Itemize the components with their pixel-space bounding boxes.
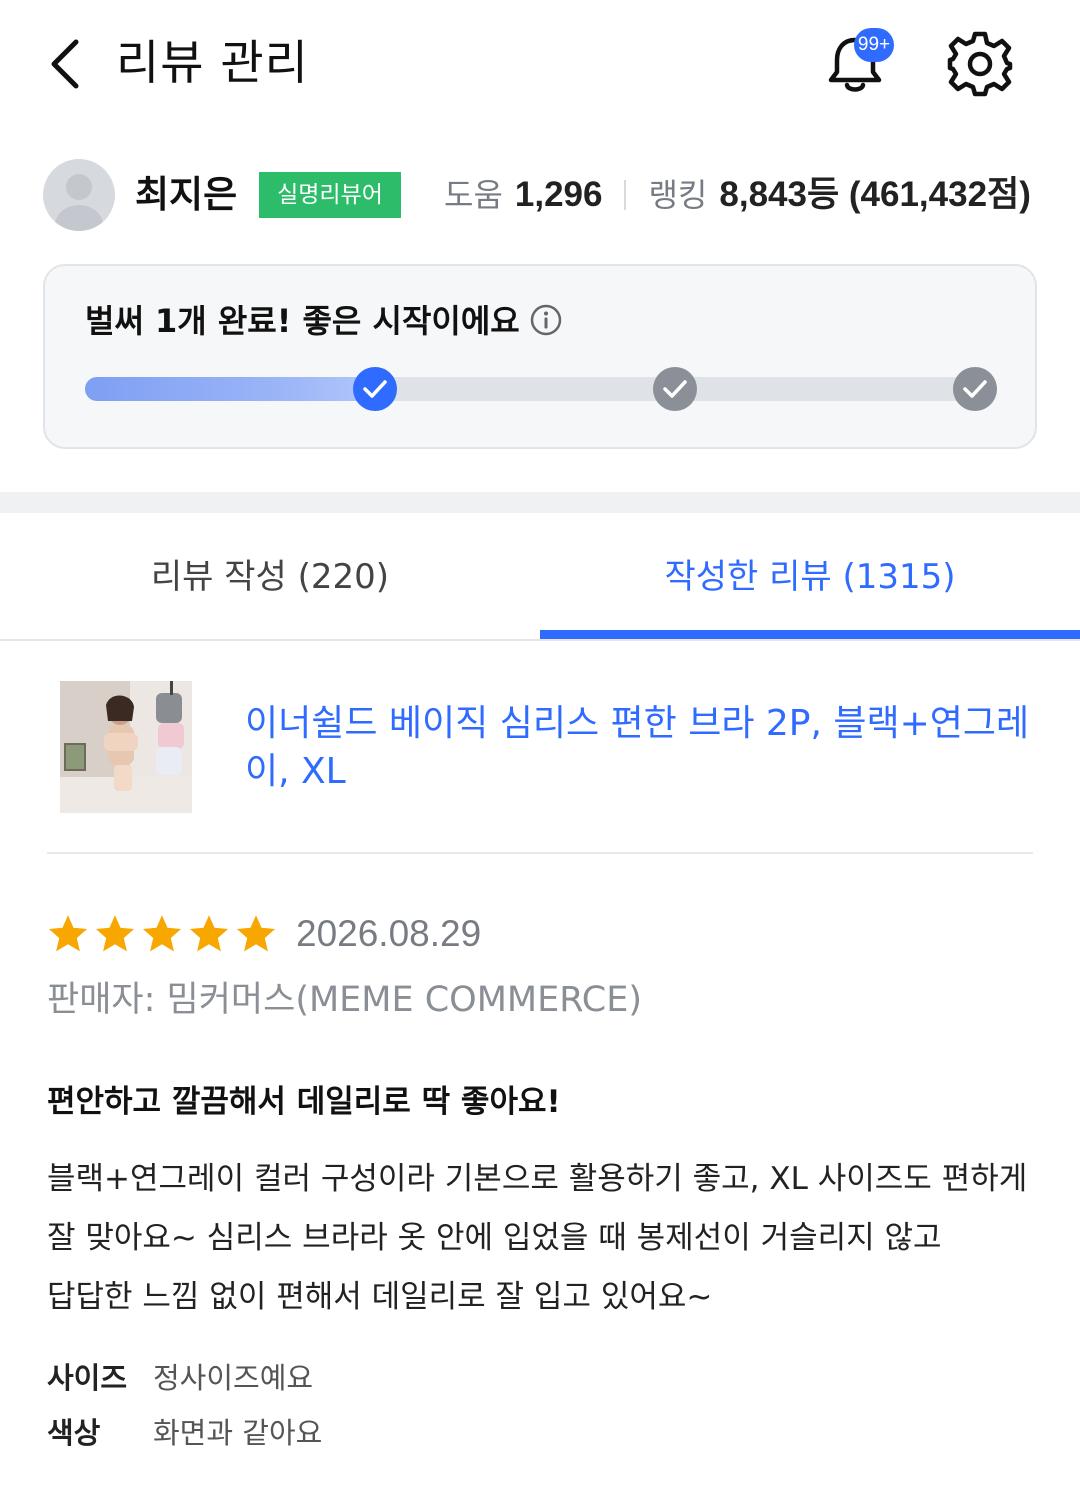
review-headline: 편안하고 깔끔해서 데일리로 딱 좋아요! [47,1084,561,1120]
attribute-size: 사이즈 정사이즈예요 [47,1357,313,1399]
info-icon[interactable] [530,303,562,347]
product-name-link[interactable]: 이너쉴드 베이직 심리스 편한 브라 2P, 블랙+연그레이, XL [245,700,1035,796]
seller-name: 판매자: 밈커머스(MEME COMMERCE) [47,980,643,1020]
settings-button[interactable] [944,28,1016,100]
review-tabs: 리뷰 작성 (220) 작성한 리뷰 (1315) [0,513,1080,641]
chevron-left-icon [51,39,79,89]
tab-written-reviews[interactable]: 작성한 리뷰 (1315) [540,513,1080,639]
stats-divider [624,180,627,210]
active-tab-indicator [540,630,1080,639]
progress-step-1 [353,367,397,411]
user-name: 최지은 [135,173,238,216]
attribute-size-value: 정사이즈예요 [153,1361,314,1395]
review-body-line: 잘 맞아요~ 심리스 브라라 옷 안에 입었을 때 봉제선이 거슬리지 않고 [47,1220,942,1256]
star-icon [95,915,135,952]
progress-step-3 [953,367,997,411]
review-body-line: 블랙+연그레이 컬러 구성이라 기본으로 활용하기 좋고, XL 사이즈도 편하… [47,1161,1028,1197]
check-icon [363,380,387,398]
notification-badge: 99+ [854,28,894,62]
progress-fill [85,377,375,401]
product-image[interactable] [60,681,192,813]
star-icon [48,915,88,952]
profile-summary: 최지은 실명리뷰어 도움 1,296 랭킹 8,843등 (461,432점) [0,150,1080,240]
attribute-size-label: 사이즈 [47,1361,128,1395]
check-icon [963,380,987,398]
review-progress-card: 벌써 1개 완료! 좋은 시작이에요 [43,264,1037,449]
progress-track [85,377,997,401]
help-label: 도움 [444,176,503,214]
attribute-color: 색상 화면과 같아요 [47,1412,322,1454]
header: 리뷰 관리 99+ [0,0,1080,130]
attribute-color-value: 화면과 같아요 [153,1416,323,1450]
page-title: 리뷰 관리 [116,36,309,91]
progress-title-text: 벌써 1개 완료! 좋은 시작이에요 [85,302,520,340]
gear-icon [947,31,1013,97]
reviewer-stats: 도움 1,296 랭킹 8,843등 (461,432점) [444,172,1031,218]
review-body-line: 답답한 느낌 없이 편해서 데일리로 잘 입고 있어요~ [47,1279,713,1315]
back-button[interactable] [36,34,92,94]
progress-title: 벌써 1개 완료! 좋은 시작이에요 [85,299,562,347]
star-icon [236,915,276,952]
review-date: 2026.08.29 [296,913,482,954]
ranking-value: 8,843등 (461,432점) [719,175,1031,214]
section-divider [0,492,1080,513]
help-count: 1,296 [514,175,603,214]
tab-write-review[interactable]: 리뷰 작성 (220) [0,513,540,639]
rating-row: 2026.08.29 [46,906,481,962]
review-body: 블랙+연그레이 컬러 구성이라 기본으로 활용하기 좋고, XL 사이즈도 편하… [47,1150,1047,1327]
ranking-label: 랭킹 [648,176,708,214]
check-icon [663,380,687,398]
star-icon [189,915,229,952]
star-icon [142,915,182,952]
star-rating [46,912,278,956]
progress-step-2 [653,367,697,411]
notification-button[interactable]: 99+ [820,26,894,100]
real-name-reviewer-badge: 실명리뷰어 [259,172,401,218]
user-silhouette-icon [55,174,103,231]
product-divider [47,852,1033,854]
attribute-color-label: 색상 [47,1416,101,1450]
avatar[interactable] [43,159,115,231]
